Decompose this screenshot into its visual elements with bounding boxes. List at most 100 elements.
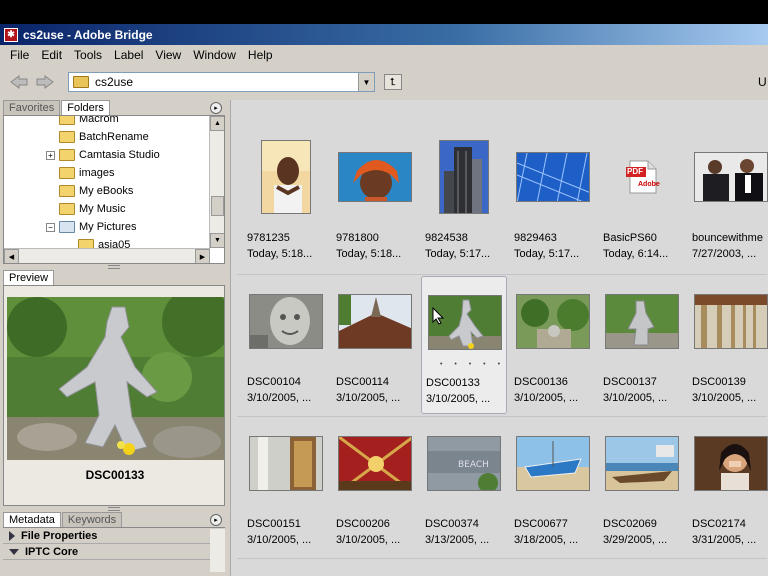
thumbnail-cell[interactable]: DSC00151 3/10/2005, ... — [243, 418, 329, 556]
thumbnail-image[interactable] — [338, 293, 412, 349]
thumbnail-date: Today, 5:18... — [247, 248, 313, 260]
thumbnail-image[interactable] — [261, 140, 311, 214]
thumbnail-date: 3/10/2005, ... — [603, 392, 668, 404]
rating-dots[interactable]: • • • • • — [440, 361, 505, 368]
metadata-scrollbar[interactable] — [210, 529, 225, 572]
bridge-window: ✱ cs2use - Adobe Bridge File Edit Tools … — [0, 24, 768, 576]
thumbnail-cell[interactable]: DSC00114 3/10/2005, ... — [332, 276, 418, 414]
thumbnail-image[interactable] — [338, 152, 412, 202]
thumbnail-cell[interactable]: DSC00137 3/10/2005, ... — [599, 276, 685, 414]
meta-section-file-properties[interactable]: File Properties — [3, 528, 225, 544]
thumbnail-cell[interactable]: DSC02174 3/31/2005, ... — [688, 418, 768, 556]
thumbnail-image[interactable] — [249, 435, 323, 491]
thumbnail-image[interactable] — [439, 140, 489, 214]
thumbnail-cell[interactable]: DSC00104 3/10/2005, ... — [243, 276, 329, 414]
folder-label: My Pictures — [79, 221, 137, 233]
thumbnail-name: DSC00133 — [426, 377, 480, 389]
path-text: cs2use — [95, 75, 134, 89]
thumbnail-image[interactable] — [516, 152, 590, 202]
panel-menu-icon[interactable]: ▸ — [210, 514, 222, 526]
menu-bar: File Edit Tools Label View Window Help — [0, 45, 768, 65]
folder-horizontal-scrollbar[interactable]: ◀ ▶ — [4, 248, 210, 263]
folder-label: My Music — [79, 203, 126, 215]
thumbnail-image[interactable] — [516, 293, 590, 349]
path-dropdown[interactable]: cs2use ▼ — [68, 72, 375, 92]
thumbnail-cell[interactable]: 9824538 Today, 5:17... — [421, 132, 507, 270]
folder-row[interactable]: Macrom — [4, 116, 210, 128]
title-bar: ✱ cs2use - Adobe Bridge — [0, 24, 768, 45]
thumbnail-cell[interactable]: DSC02069 3/29/2005, ... — [599, 418, 685, 556]
thumbnail-image[interactable] — [694, 293, 768, 349]
folder-row[interactable]: images — [4, 164, 210, 182]
scroll-right-icon[interactable]: ▶ — [195, 249, 210, 263]
tab-keywords[interactable]: Keywords — [61, 512, 123, 527]
thumbnail-date: 3/10/2005, ... — [247, 534, 312, 546]
thumbnail-cell[interactable]: DSC00206 3/10/2005, ... — [332, 418, 418, 556]
menu-label[interactable]: Label — [108, 48, 149, 62]
row-divider — [237, 274, 767, 275]
thumbnail-image[interactable]: BEACH — [427, 435, 501, 491]
folder-tree: Macrom BatchRename + Camtasia Studio ima… — [3, 116, 225, 264]
scroll-up-icon[interactable]: ▲ — [210, 116, 224, 131]
menu-view[interactable]: View — [149, 48, 187, 62]
preview-panel: Preview DSC00133 — [3, 270, 225, 506]
menu-file[interactable]: File — [4, 48, 35, 62]
thumbnail-image[interactable] — [694, 435, 768, 491]
thumbnail-image[interactable] — [605, 293, 679, 349]
folder-row[interactable]: My eBooks — [4, 182, 210, 200]
thumbnail-cell[interactable]: DSC00139 3/10/2005, ... — [688, 276, 768, 414]
panel-menu-icon[interactable]: ▸ — [210, 102, 222, 114]
screen-top-bar — [0, 0, 768, 24]
tab-preview[interactable]: Preview — [3, 270, 55, 285]
up-folder-icon[interactable]: ⮤ — [384, 74, 402, 90]
back-arrow-icon[interactable] — [8, 71, 30, 93]
thumbnail-image[interactable] — [516, 435, 590, 491]
tab-metadata[interactable]: Metadata — [3, 512, 61, 527]
thumbnail-date: 3/10/2005, ... — [336, 392, 401, 404]
folder-row[interactable]: My Music — [4, 200, 210, 218]
thumbnail-cell[interactable]: 9781235 Today, 5:18... — [243, 132, 329, 270]
thumbnail-cell[interactable]: 9781800 Today, 5:18... — [332, 132, 418, 270]
folder-label: Camtasia Studio — [79, 149, 160, 161]
scroll-thumb[interactable] — [211, 196, 224, 216]
thumbnail-name: DSC02069 — [603, 518, 657, 530]
thumbnail-cell[interactable]: DSC00677 3/18/2005, ... — [510, 418, 596, 556]
toolbar: cs2use ▼ ⮤ U — [0, 65, 768, 99]
forward-arrow-icon[interactable] — [34, 71, 56, 93]
menu-help[interactable]: Help — [242, 48, 279, 62]
thumbnail-image[interactable] — [605, 435, 679, 491]
thumbnail-image[interactable] — [694, 152, 768, 202]
tab-folders[interactable]: Folders — [61, 100, 110, 115]
menu-edit[interactable]: Edit — [35, 48, 68, 62]
thumbnail-image[interactable] — [338, 435, 412, 491]
thumbnail-cell[interactable]: BEACH DSC00374 3/13/2005, ... — [421, 418, 507, 556]
window-title: cs2use - Adobe Bridge — [23, 27, 153, 42]
thumbnail-date: 3/18/2005, ... — [514, 534, 579, 546]
thumbnail-cell-selected[interactable]: • • • • • DSC00133 3/10/2005, ... — [421, 276, 507, 414]
thumbnail-image[interactable] — [249, 293, 323, 349]
thumbnail-cell[interactable]: PDF Adobe BasicPS60 Today, 6:14... — [599, 132, 685, 270]
thumbnail-cell[interactable]: DSC00136 3/10/2005, ... — [510, 276, 596, 414]
menu-window[interactable]: Window — [187, 48, 242, 62]
tab-favorites[interactable]: Favorites — [3, 100, 61, 115]
expand-triangle-icon — [9, 530, 15, 541]
chevron-down-icon[interactable]: ▼ — [358, 73, 374, 91]
scroll-left-icon[interactable]: ◀ — [4, 249, 19, 263]
scroll-down-icon[interactable]: ▼ — [210, 233, 224, 248]
folder-row[interactable]: + Camtasia Studio — [4, 146, 210, 164]
meta-section-iptc-core[interactable]: IPTC Core — [3, 544, 225, 560]
folder-row[interactable]: − My Pictures — [4, 218, 210, 236]
thumbnail-cell[interactable]: 9829463 Today, 5:17... — [510, 132, 596, 270]
menu-tools[interactable]: Tools — [68, 48, 108, 62]
left-panel: Favorites Folders ▸ Macrom BatchRename +… — [3, 100, 225, 576]
folder-row[interactable]: BatchRename — [4, 128, 210, 146]
folder-vertical-scrollbar[interactable]: ▲ ▼ — [209, 116, 224, 248]
pdf-file-icon[interactable]: PDF Adobe — [626, 159, 660, 195]
expand-plus-icon[interactable]: + — [46, 150, 55, 160]
thumbnail-date: 7/27/2003, ... — [692, 248, 757, 260]
folder-icon — [73, 76, 89, 88]
thumbnail-date: 3/10/2005, ... — [514, 392, 579, 404]
thumbnail-cell[interactable]: bouncewithme 7/27/2003, ... — [688, 132, 768, 270]
collapse-minus-icon[interactable]: − — [46, 222, 55, 232]
thumbnail-grid: 9781235 Today, 5:18... 9781800 Today, 5:… — [230, 100, 768, 576]
